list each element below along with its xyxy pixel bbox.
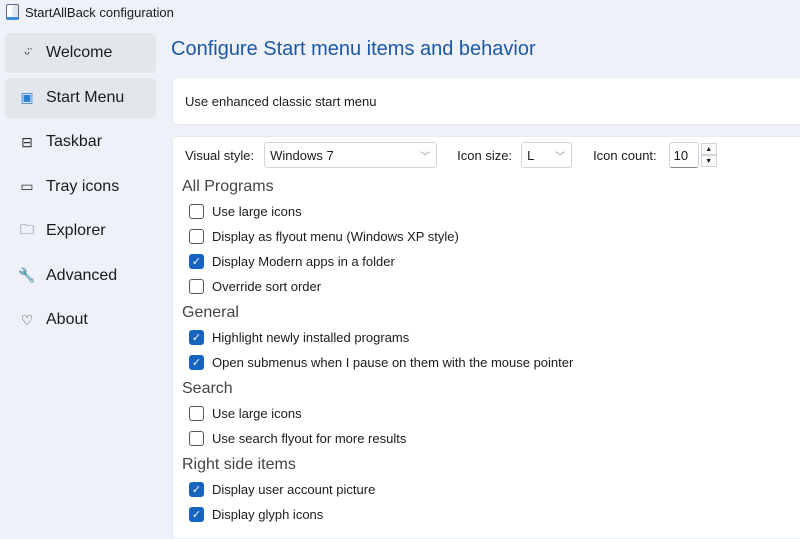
icon-count-stepper[interactable]: ▲ ▼ [700,143,717,167]
checkbox-label: Display Modern apps in a folder [212,254,395,269]
page-title: Configure Start menu items and behavior [171,38,536,60]
icon-count-input[interactable]: 10 [668,142,699,168]
checkbox-unchecked[interactable] [189,204,204,219]
checkbox-row[interactable]: Use search flyout for more results [182,426,800,451]
checkbox-label: Open submenus when I pause on them with … [212,355,574,370]
checkbox-label: Use large icons [212,204,302,219]
checkbox-unchecked[interactable] [189,431,204,446]
checkbox-row[interactable]: Use large icons [182,401,800,426]
start-menu-icon: ▣ [20,89,34,105]
checkbox-label: Override sort order [212,279,322,294]
checkbox-checked[interactable]: ✓ [189,507,204,522]
app-icon [6,4,19,20]
checkbox-row[interactable]: ✓ Display user account picture [182,477,800,502]
sidebar: ᵕ̈ Welcome ▣ Start Menu ⊟ Taskbar ▭ Tray icons 🗀… [5,33,156,345]
icon-size-value: L [527,147,535,163]
checkbox-label: Display as flyout menu (Windows XP style… [212,229,459,244]
section-header: All Programs [182,178,274,195]
sidebar-item-label: Tray icons [46,177,120,195]
checkbox-checked[interactable]: ✓ [189,254,204,269]
section-header: Search [182,380,233,397]
icon-count-value: 10 [673,147,689,163]
sidebar-item-label: Taskbar [46,133,103,150]
sidebar-item-label: Welcome [46,44,113,61]
icon-size-select[interactable]: L ﹀ [521,142,573,168]
options-row: Visual style: Windows 7 ﹀ Icon size: L ﹀ I… [182,137,800,173]
sidebar-item-welcome[interactable]: ᵕ̈ Welcome [5,33,156,73]
spin-down-icon[interactable]: ▼ [700,155,717,167]
checkbox-row[interactable]: Use large icons [182,199,800,224]
sidebar-item-tray-icons[interactable]: ▭ Tray icons [5,167,156,207]
sidebar-item-taskbar[interactable]: ⊟ Taskbar [5,122,156,162]
wrench-icon: 🔧 [18,267,36,283]
icon-size-label: Icon size: [457,147,513,163]
checkbox-label: Display glyph icons [212,507,324,522]
sidebar-item-label: About [46,311,88,328]
title-bar: StartAllBack configuration [0,0,174,24]
checkbox-row[interactable]: Display as flyout menu (Windows XP style… [182,224,800,249]
checkbox-checked[interactable]: ✓ [189,482,204,497]
folder-icon: 🗀 [20,221,34,237]
chevron-down-icon: ﹀ [420,151,431,163]
checkbox-label: Use large icons [212,406,302,421]
checkbox-label: Use search flyout for more results [212,431,407,446]
visual-style-value: Windows 7 [270,147,334,163]
icon-count-label: Icon count: [593,147,657,163]
sidebar-item-about[interactable]: ♡ About [5,300,156,340]
spin-up-icon[interactable]: ▲ [700,143,717,155]
section-header: General [182,304,239,321]
checkbox-row[interactable]: ✓ Display Modern apps in a folder [182,249,800,274]
enhanced-menu-card[interactable]: Use enhanced classic start menu [172,77,800,125]
sections: All Programs Use large icons Display as fl… [182,174,800,527]
sidebar-item-start-menu[interactable]: ▣ Start Menu [5,77,156,118]
taskbar-icon: ⊟ [21,133,33,150]
sidebar-item-explorer[interactable]: 🗀 Explorer [5,211,156,251]
checkbox-row[interactable]: ✓ Open submenus when I pause on them with… [182,350,800,375]
visual-style-label: Visual style: [185,147,255,163]
visual-style-select[interactable]: Windows 7 ﹀ [264,142,438,168]
sidebar-item-advanced[interactable]: 🔧 Advanced [5,256,156,296]
sidebar-item-label: Advanced [46,266,118,284]
checkbox-checked[interactable]: ✓ [189,355,204,370]
settings-card: Visual style: Windows 7 ﹀ Icon size: L ﹀ I… [172,136,800,539]
checkbox-checked[interactable]: ✓ [189,330,204,345]
chevron-down-icon: ﹀ [555,151,566,163]
checkbox-unchecked[interactable] [189,229,204,244]
sidebar-item-label: Start Menu [46,88,125,106]
checkbox-label: Display user account picture [212,482,376,497]
checkbox-label: Highlight newly installed programs [212,330,410,345]
checkbox-row[interactable]: ✓ Display glyph icons [182,502,800,527]
smiley-icon: ᵕ̈ [24,45,30,61]
checkbox-row[interactable]: Override sort order [182,274,800,299]
enhanced-menu-label: Use enhanced classic start menu [185,93,377,109]
sidebar-item-label: Explorer [46,222,106,239]
checkbox-row[interactable]: ✓ Highlight newly installed programs [182,325,800,350]
section-header: Right side items [182,456,296,473]
checkbox-unchecked[interactable] [189,406,204,421]
window-title: StartAllBack configuration [25,4,174,20]
tray-icon: ▭ [20,178,34,194]
checkbox-unchecked[interactable] [189,279,204,294]
heart-icon: ♡ [20,311,34,328]
